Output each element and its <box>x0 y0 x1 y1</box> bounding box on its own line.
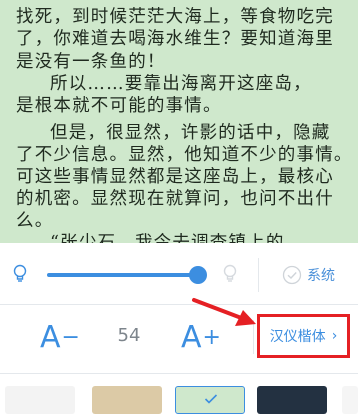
text-line: 所以……要靠出海离开这座岛， <box>50 74 312 94</box>
text-line: 了不少信息。显然，他知道不少的事情。 <box>16 145 353 165</box>
chevron-right-icon: › <box>331 328 338 344</box>
font-decrease-button[interactable]: A − <box>33 315 87 359</box>
divider <box>0 304 358 305</box>
system-brightness-check-icon[interactable] <box>282 265 302 285</box>
font-face-button[interactable]: 汉仪楷体 › <box>257 314 350 358</box>
text-line: 么。 <box>16 211 54 231</box>
font-size-value: 54 <box>117 325 141 346</box>
text-line: 是根本就不可能的事情。 <box>16 96 222 116</box>
theme-swatch-extra[interactable] <box>342 386 358 414</box>
theme-swatch-green[interactable] <box>175 386 245 414</box>
font-face-label: 汉仪楷体 <box>269 329 326 345</box>
text-line: 但是，很显然，许影的话中，隐藏 <box>50 123 331 143</box>
system-brightness-label[interactable]: 系统 <box>307 265 335 285</box>
selected-check-icon <box>204 394 218 404</box>
text-line: 的机密。显然现在就算问，也问不出什 <box>16 189 334 209</box>
reading-area[interactable]: 找死，到时候茫茫大海上，等食物吃完 了，你难道去喝海水维生？要知道海里 是没有一… <box>0 0 358 253</box>
brightness-high-icon <box>223 264 237 282</box>
theme-swatch-parchment[interactable] <box>92 386 162 414</box>
red-arrow-annotation <box>192 298 256 326</box>
text-line: 可这些事情显然都是这座岛上，最核心 <box>16 167 334 187</box>
brightness-slider-thumb[interactable] <box>189 266 207 284</box>
brightness-low-icon <box>13 264 27 282</box>
theme-swatch-white[interactable] <box>5 386 75 414</box>
font-decrease-letter: A <box>40 319 61 355</box>
brightness-slider-track[interactable] <box>47 273 198 277</box>
theme-swatch-dark[interactable] <box>257 386 327 414</box>
divider <box>258 258 259 292</box>
divider <box>0 373 358 374</box>
text-line: 找死，到时候茫茫大海上，等食物吃完 <box>16 7 334 27</box>
text-line: 了，你难道去喝海水维生？要知道海里 <box>16 29 334 49</box>
minus-icon: − <box>61 324 80 350</box>
text-line: 是没有一条鱼的！ <box>16 52 166 72</box>
